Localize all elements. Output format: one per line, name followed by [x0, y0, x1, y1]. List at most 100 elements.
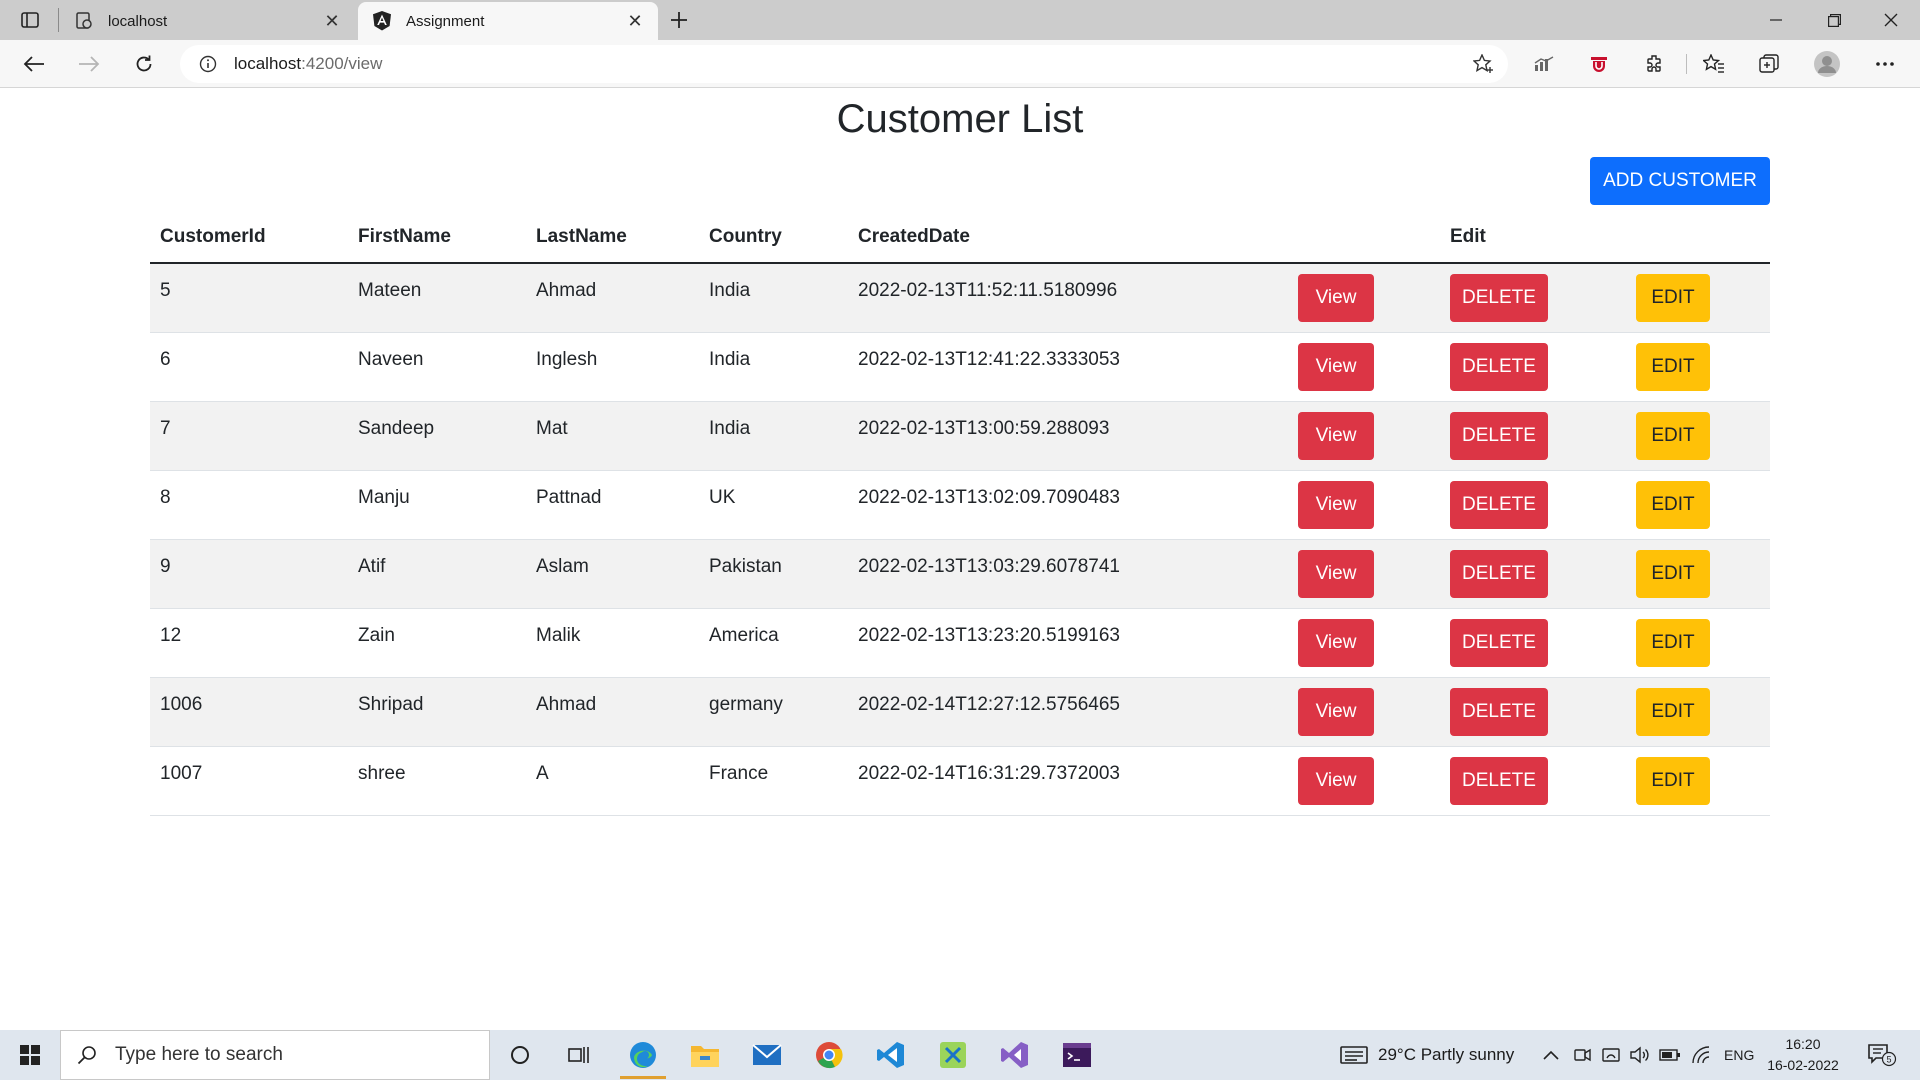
delete-button[interactable]: DELETE — [1450, 618, 1548, 667]
address-bar[interactable]: localhost:4200/view — [180, 45, 1508, 83]
tab-actions-icon[interactable] — [10, 6, 50, 34]
volume-icon[interactable] — [1628, 1043, 1652, 1067]
close-icon[interactable]: ✕ — [323, 11, 341, 31]
view-button[interactable]: View — [1298, 687, 1374, 736]
notifications-icon[interactable]: 5 — [1866, 1043, 1900, 1067]
clock-date: 16-02-2022 — [1767, 1057, 1839, 1073]
file-explorer-icon[interactable] — [676, 1030, 734, 1080]
terminal-icon[interactable] — [1048, 1030, 1106, 1080]
chevron-up-icon[interactable] — [1539, 1043, 1563, 1067]
weather-icon[interactable] — [1340, 1043, 1370, 1067]
table-row: 12 Zain Malik America 2022-02-13T13:23:20.51… — [150, 608, 1770, 677]
delete-cell: DELETE — [1440, 470, 1626, 539]
created-date-cell: 2022-02-14T12:27:12.5756465 — [858, 693, 1121, 715]
site-info-icon[interactable] — [198, 54, 218, 74]
refresh-icon[interactable] — [127, 48, 161, 80]
country-cell: India — [709, 280, 751, 301]
delete-cell: DELETE — [1440, 332, 1626, 401]
last-name-cell: A — [536, 762, 549, 784]
windows-start-icon[interactable] — [0, 1030, 60, 1080]
first-name-cell: Manju — [358, 486, 410, 508]
taskbar-search-input[interactable]: Type here to search — [60, 1030, 490, 1080]
collections-icon[interactable] — [1752, 48, 1786, 80]
add-customer-button[interactable]: ADD CUSTOMER — [1590, 157, 1770, 205]
restore-icon[interactable] — [1805, 0, 1863, 40]
delete-cell: DELETE — [1440, 539, 1626, 608]
edge-browser-icon[interactable] — [614, 1030, 672, 1080]
favorites-icon[interactable] — [1697, 48, 1731, 80]
task-view-icon[interactable] — [550, 1030, 608, 1080]
chrome-icon[interactable] — [800, 1030, 858, 1080]
view-button[interactable]: View — [1298, 618, 1374, 667]
windows-taskbar: Type here to search 29°C Partly sunny EN… — [0, 1030, 1920, 1080]
table-row: 7 Sandeep Mat India 2022-02-13T13:00:59.2880… — [150, 401, 1770, 470]
close-window-icon[interactable] — [1862, 0, 1920, 40]
mail-icon[interactable] — [738, 1030, 796, 1080]
delete-button[interactable]: DELETE — [1450, 342, 1548, 391]
edit-button[interactable]: EDIT — [1636, 549, 1710, 598]
edit-button[interactable]: EDIT — [1636, 480, 1710, 529]
tab-separator — [58, 8, 59, 32]
more-options-icon[interactable] — [1868, 48, 1902, 80]
delete-button[interactable]: DELETE — [1450, 549, 1548, 598]
column-header: Country — [699, 211, 848, 264]
clock[interactable]: 16:20 16-02-2022 — [1764, 1034, 1842, 1076]
edit-button[interactable]: EDIT — [1636, 618, 1710, 667]
delete-button[interactable]: DELETE — [1450, 273, 1548, 322]
last-name-cell: Aslam — [536, 555, 589, 577]
delete-button[interactable]: DELETE — [1450, 480, 1548, 529]
view-button[interactable]: View — [1298, 480, 1374, 529]
created-date-cell: 2022-02-13T13:02:09.7090483 — [858, 486, 1121, 508]
url-text[interactable]: localhost:4200/view — [234, 54, 382, 74]
weather-text[interactable]: 29°C Partly sunny — [1378, 1030, 1514, 1080]
edit-button[interactable]: EDIT — [1636, 756, 1710, 805]
edit-button[interactable]: EDIT — [1636, 411, 1710, 460]
visual-studio-icon[interactable] — [986, 1030, 1044, 1080]
tab-assignment[interactable]: Assignment ✕ — [358, 2, 658, 40]
extensions-icon[interactable] — [1637, 48, 1671, 80]
tab-localhost[interactable]: localhost ✕ — [60, 2, 355, 40]
clock-time: 16:20 — [1785, 1036, 1821, 1052]
edit-cell: EDIT — [1626, 539, 1770, 608]
view-cell: View — [1288, 539, 1440, 608]
meet-now-icon[interactable] — [1570, 1043, 1594, 1067]
view-button[interactable]: View — [1298, 273, 1374, 322]
view-button[interactable]: View — [1298, 342, 1374, 391]
customer-id-cell: 1006 — [160, 693, 203, 715]
add-favorite-icon[interactable] — [1472, 53, 1496, 75]
edit-button[interactable]: EDIT — [1636, 687, 1710, 736]
table-row: 1007 shree A France 2022-02-14T16:31:29.7372… — [150, 746, 1770, 815]
network-share-icon[interactable] — [1599, 1043, 1623, 1067]
customer-id-cell: 12 — [160, 624, 182, 646]
language-indicator[interactable]: ENG — [1724, 1030, 1754, 1080]
table-row: 9 Atif Aslam Pakistan 2022-02-13T13:03:29.60… — [150, 539, 1770, 608]
url-path: :4200/view — [301, 54, 383, 73]
minimize-icon[interactable] — [1747, 0, 1805, 40]
close-icon[interactable]: ✕ — [626, 11, 644, 31]
table-header-row: CustomerId FirstName LastName Country Create… — [150, 211, 1770, 264]
column-header: LastName — [526, 211, 699, 264]
snipping-tool-icon[interactable] — [924, 1030, 982, 1080]
view-button[interactable]: View — [1298, 549, 1374, 598]
back-icon[interactable] — [17, 48, 51, 80]
edit-button[interactable]: EDIT — [1636, 342, 1710, 391]
battery-icon[interactable] — [1658, 1043, 1682, 1067]
view-button[interactable]: View — [1298, 411, 1374, 460]
forward-icon[interactable] — [72, 48, 106, 80]
performance-icon[interactable] — [1527, 48, 1561, 80]
last-name-cell: Inglesh — [536, 348, 598, 370]
vscode-icon[interactable] — [862, 1030, 920, 1080]
profile-avatar-icon[interactable] — [1810, 48, 1844, 80]
new-tab-icon[interactable] — [664, 6, 694, 34]
delete-button[interactable]: DELETE — [1450, 756, 1548, 805]
view-cell: View — [1288, 608, 1440, 677]
edit-button[interactable]: EDIT — [1636, 273, 1710, 322]
extension-shield-icon[interactable] — [1582, 48, 1616, 80]
delete-button[interactable]: DELETE — [1450, 687, 1548, 736]
wifi-icon[interactable] — [1689, 1043, 1713, 1067]
view-button[interactable]: View — [1298, 756, 1374, 805]
column-header: CreatedDate — [848, 211, 1288, 264]
table-body: 5 Mateen Ahmad India 2022-02-13T11:52:11.518… — [150, 263, 1770, 815]
cortana-icon[interactable] — [491, 1030, 549, 1080]
delete-button[interactable]: DELETE — [1450, 411, 1548, 460]
